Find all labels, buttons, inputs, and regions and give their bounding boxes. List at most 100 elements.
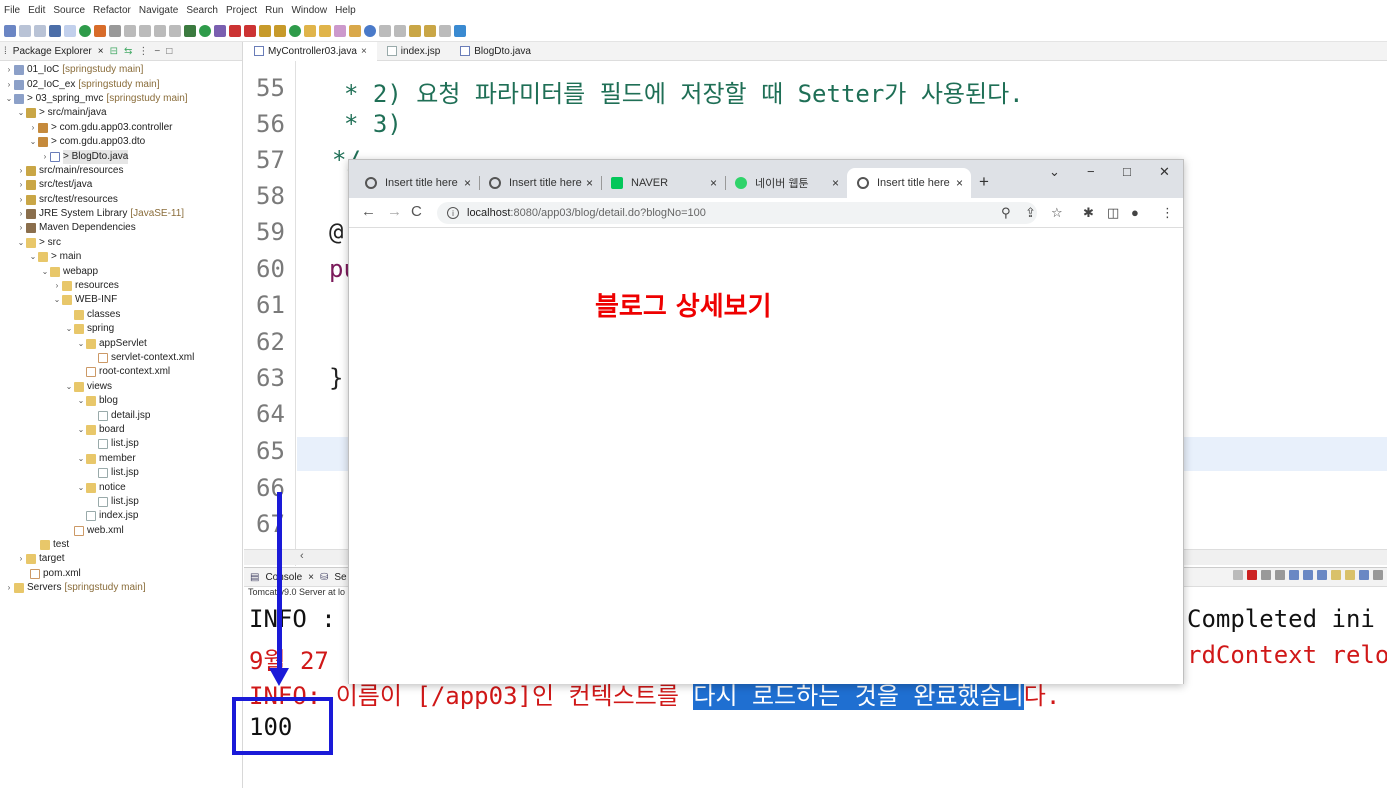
tree-node-01-ioc[interactable]: › 01_IoC [springstudy main] (0, 63, 243, 77)
terminal-icon[interactable] (49, 24, 61, 37)
server-start-icon[interactable] (79, 24, 91, 37)
tree-node-classes[interactable]: classes (0, 308, 243, 322)
menu-help[interactable]: Help (335, 5, 356, 16)
terminate-disabled-icon[interactable] (1233, 570, 1243, 580)
close-tab-icon[interactable]: × (956, 176, 963, 190)
tree-node-spring[interactable]: ⌄ spring (0, 322, 243, 336)
tree-node-index-jsp[interactable]: index.jsp (0, 509, 243, 523)
save-all-icon[interactable] (34, 24, 46, 37)
tree-node-blog[interactable]: ⌄ blog (0, 394, 243, 408)
tree-node-src-test-resources[interactable]: › src/test/resources (0, 193, 243, 207)
run-icon[interactable] (199, 24, 211, 37)
menu-navigate[interactable]: Navigate (139, 5, 178, 16)
tree-node-src-test-java[interactable]: › src/test/java (0, 178, 243, 192)
maximize-icon[interactable]: □ (166, 46, 172, 57)
collapse-icon[interactable]: ⌄ (64, 380, 74, 394)
share-icon[interactable]: ⇪ (1025, 205, 1036, 221)
collapse-icon[interactable]: ⌄ (76, 394, 86, 408)
forward-arrow-icon[interactable]: → (387, 203, 402, 220)
new-java-project-icon[interactable] (289, 24, 301, 37)
tree-node-appservlet[interactable]: ⌄ appServlet (0, 336, 243, 350)
show-on-output-icon[interactable] (1317, 570, 1327, 580)
kebab-menu-icon[interactable]: ⋮ (1161, 205, 1174, 221)
close-window-icon[interactable]: ✕ (1159, 164, 1170, 180)
tree-node-detail-jsp[interactable]: detail.jsp (0, 408, 243, 422)
tree-node-src-main-resources[interactable]: › src/main/resources (0, 164, 243, 178)
close-tab-icon[interactable]: × (710, 176, 717, 190)
tree-node-maven-deps[interactable]: › Maven Dependencies (0, 221, 243, 235)
menu-source[interactable]: Source (53, 5, 85, 16)
link-editor-icon[interactable]: ⇆ (124, 46, 132, 57)
tree-node-board[interactable]: ⌄ board (0, 423, 243, 437)
info-icon[interactable]: i (447, 207, 459, 219)
address-bar[interactable]: i localhost:8080/app03/blog/detail.do?bl… (437, 202, 1037, 224)
expand-icon[interactable]: › (16, 178, 26, 192)
collapse-icon[interactable]: ⌄ (76, 452, 86, 466)
tree-node-main[interactable]: ⌄ > main (0, 250, 243, 264)
tree-node-board-list-jsp[interactable]: list.jsp (0, 437, 243, 451)
collapse-icon[interactable]: ⌄ (76, 423, 86, 437)
pin-console-icon[interactable] (1331, 570, 1341, 580)
reload-icon[interactable]: C (411, 203, 422, 220)
tab-index-jsp[interactable]: index.jsp (377, 42, 450, 61)
search-tool-icon[interactable] (334, 24, 346, 37)
tree-node-controller-pkg[interactable]: › > com.gdu.app03.controller (0, 121, 243, 135)
expand-icon[interactable]: › (16, 221, 26, 235)
save-icon[interactable] (19, 24, 31, 37)
tree-node-member-list-jsp[interactable]: list.jsp (0, 466, 243, 480)
expand-icon[interactable]: › (16, 164, 26, 178)
last-edit-icon[interactable] (409, 24, 421, 37)
open-type-icon[interactable] (304, 24, 316, 37)
open-task-icon[interactable] (319, 24, 331, 37)
expand-icon[interactable]: › (28, 121, 38, 135)
console-view-menu-icon[interactable] (1373, 570, 1383, 580)
browser-tab-naver[interactable]: NAVER × (601, 168, 726, 198)
menu-run[interactable]: Run (265, 5, 283, 16)
package-explorer-title[interactable]: Package Explorer (13, 46, 92, 57)
tree-node-02-ioc-ex[interactable]: › 02_IoC_ex [springstudy main] (0, 77, 243, 91)
tree-node-webapp[interactable]: ⌄ webapp (0, 264, 243, 278)
tree-node-root-context[interactable]: root-context.xml (0, 365, 243, 379)
tab-search-icon[interactable]: ⌄ (1049, 164, 1060, 180)
menu-search[interactable]: Search (186, 5, 218, 16)
menu-edit[interactable]: Edit (28, 5, 45, 16)
close-console-icon[interactable]: × (308, 572, 314, 583)
forward-icon[interactable] (439, 24, 451, 37)
expand-icon[interactable]: › (4, 78, 14, 92)
expand-icon[interactable]: › (52, 279, 62, 293)
skip-breakpoints-icon[interactable] (64, 24, 76, 37)
block-selection-icon[interactable] (169, 24, 181, 37)
extensions-icon[interactable]: ✱ (1083, 205, 1094, 221)
tree-node-notice-list-jsp[interactable]: list.jsp (0, 495, 243, 509)
remove-all-icon[interactable] (1275, 570, 1285, 580)
browser-tab-2[interactable]: Insert title here × (479, 168, 602, 198)
stop-icon[interactable] (229, 24, 241, 37)
next-annotation-icon[interactable] (379, 24, 391, 37)
annotation-icon[interactable] (349, 24, 361, 37)
expand-icon[interactable]: › (16, 552, 26, 566)
remove-launch-icon[interactable] (1261, 570, 1271, 580)
expand-icon[interactable]: › (4, 581, 14, 595)
close-icon[interactable]: × (98, 46, 104, 57)
tree-node-dto-pkg[interactable]: ⌄ > com.gdu.app03.dto (0, 135, 243, 149)
refresh-icon[interactable] (94, 24, 106, 37)
coverage-icon[interactable] (214, 24, 226, 37)
tree-node-resources[interactable]: › resources (0, 279, 243, 293)
collapse-icon[interactable]: ⌄ (76, 481, 86, 495)
back-arrow-icon[interactable]: ← (361, 203, 376, 220)
compare-icon[interactable] (139, 24, 151, 37)
tree-node-web-xml[interactable]: web.xml (0, 524, 243, 538)
tree-node-web-inf[interactable]: ⌄ WEB-INF (0, 293, 243, 307)
edit-icon[interactable] (124, 24, 136, 37)
expand-icon[interactable]: › (16, 207, 26, 221)
menu-project[interactable]: Project (226, 5, 257, 16)
tree-node-servlet-context[interactable]: servlet-context.xml (0, 351, 243, 365)
browser-tab-webtoon[interactable]: 네이버 웹툰 × (725, 168, 847, 198)
close-tab-icon[interactable]: × (586, 176, 593, 190)
terminate-icon[interactable] (1247, 570, 1257, 580)
minimize-window-icon[interactable]: − (1087, 164, 1095, 179)
collapse-icon[interactable]: ⌄ (64, 322, 74, 336)
bookmark-star-icon[interactable]: ☆ (1051, 205, 1063, 221)
debug-icon[interactable] (184, 24, 196, 37)
tree-node-member[interactable]: ⌄ member (0, 452, 243, 466)
